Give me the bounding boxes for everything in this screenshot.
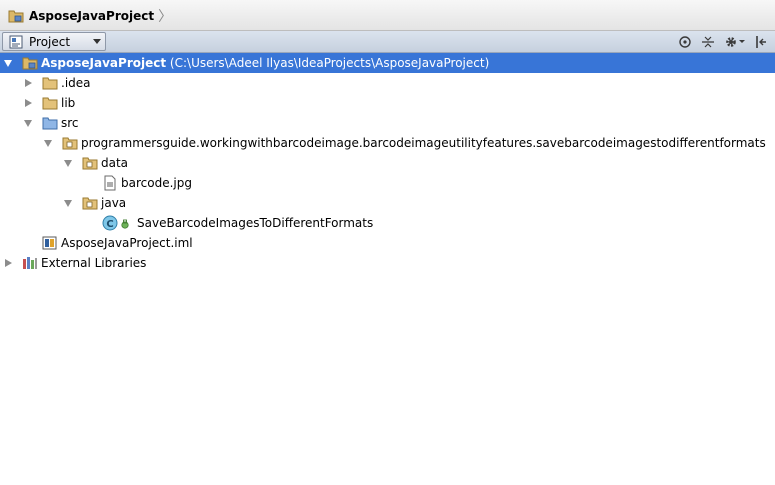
- tree-node-project-root[interactable]: AsposeJavaProject (C:\Users\Adeel Ilyas\…: [0, 53, 775, 73]
- expand-arrow-icon[interactable]: [23, 118, 33, 128]
- package-icon: [62, 137, 78, 150]
- tree-node-src[interactable]: src: [0, 113, 775, 133]
- gear-icon: [726, 37, 745, 47]
- tree-node-label: AsposeJavaProject.iml: [61, 236, 193, 250]
- breadcrumb-project-name: AsposeJavaProject: [29, 9, 155, 23]
- expand-arrow-icon[interactable]: [23, 98, 33, 108]
- tree-node-external-libraries[interactable]: External Libraries: [0, 253, 775, 273]
- collapse-all-icon: [702, 36, 714, 48]
- tree-node-java[interactable]: java: [0, 193, 775, 213]
- tree-node-data[interactable]: data: [0, 153, 775, 173]
- tree-node-iml-file[interactable]: AsposeJavaProject.iml: [0, 233, 775, 253]
- project-root-name: AsposeJavaProject: [41, 56, 167, 70]
- package-icon: [82, 157, 98, 170]
- project-folder-icon: [22, 57, 38, 70]
- expand-arrow-icon[interactable]: [23, 78, 33, 88]
- tree-node-label: External Libraries: [41, 256, 147, 270]
- tree-node-label: lib: [61, 96, 76, 110]
- package-icon: [82, 197, 98, 210]
- tree-node-lib[interactable]: lib: [0, 93, 775, 113]
- settings-button[interactable]: [722, 33, 748, 51]
- expand-arrow-icon[interactable]: [63, 198, 73, 208]
- hide-button[interactable]: [753, 33, 771, 51]
- navigation-bar: AsposeJavaProject 〉: [0, 0, 775, 31]
- tree-node-label: java: [101, 196, 127, 210]
- svg-text:C: C: [106, 219, 113, 230]
- tree-node-idea[interactable]: .idea: [0, 73, 775, 93]
- tree-node-label: SaveBarcodeImagesToDifferentFormats: [137, 216, 374, 230]
- source-folder-icon: [42, 117, 58, 130]
- expand-arrow-icon[interactable]: [63, 158, 73, 168]
- java-class-icon: C: [102, 215, 129, 231]
- module-file-icon: [42, 236, 57, 250]
- tree-node-barcode-file[interactable]: barcode.jpg: [0, 173, 775, 193]
- tree-node-label: data: [101, 156, 129, 170]
- project-view-icon: [9, 35, 23, 48]
- hide-panel-icon: [756, 36, 766, 48]
- tree-node-label: .idea: [61, 76, 91, 90]
- tree-node-label: barcode.jpg: [121, 176, 192, 190]
- project-folder-icon: [8, 10, 24, 23]
- view-selector-dropdown[interactable]: Project: [2, 32, 106, 51]
- collapse-all-button[interactable]: [699, 33, 717, 51]
- tree-node-label: programmersguide.workingwithbarcodeimage…: [81, 136, 766, 150]
- image-file-icon: [104, 175, 116, 191]
- folder-icon: [42, 77, 58, 90]
- tool-window-header: Project: [0, 31, 775, 53]
- tree-node-package[interactable]: programmersguide.workingwithbarcodeimage…: [0, 133, 775, 153]
- chevron-right-icon: 〉: [158, 9, 173, 25]
- scroll-from-source-button[interactable]: [676, 33, 694, 51]
- library-icon: [23, 257, 37, 269]
- project-root-path: (C:\Users\Adeel Ilyas\IdeaProjects\Aspos…: [169, 56, 490, 70]
- folder-icon: [42, 97, 58, 110]
- chevron-down-icon: [93, 39, 101, 44]
- view-selector-label: Project: [29, 34, 71, 49]
- expand-arrow-icon[interactable]: [43, 138, 53, 148]
- tree-node-class[interactable]: C SaveBarcodeImagesToDifferentFormats: [0, 213, 775, 233]
- expand-arrow-icon[interactable]: [3, 58, 13, 68]
- breadcrumb[interactable]: AsposeJavaProject 〉: [8, 6, 178, 26]
- tool-window-actions: [671, 33, 771, 51]
- tree-node-label: AsposeJavaProject (C:\Users\Adeel Ilyas\…: [41, 56, 489, 70]
- expand-arrow-icon[interactable]: [3, 258, 13, 268]
- tree-node-label: src: [61, 116, 79, 130]
- crosshair-icon: [679, 36, 691, 48]
